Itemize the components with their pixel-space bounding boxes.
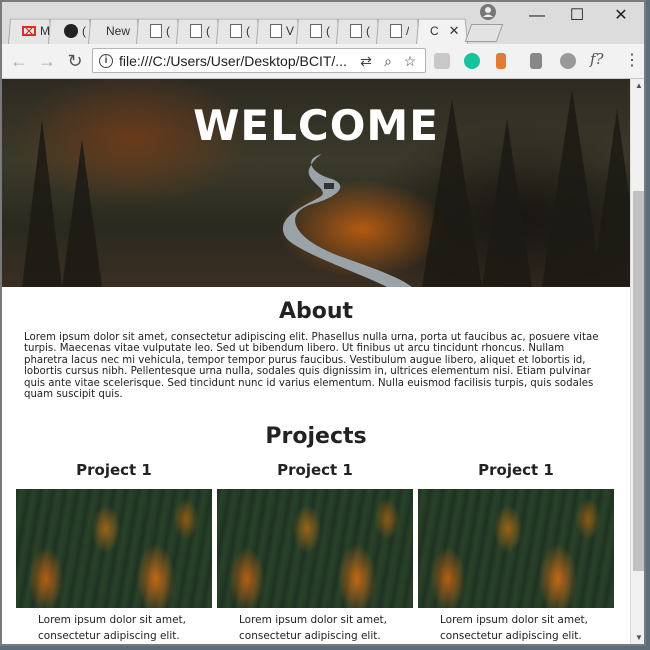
- tab-label: M: [40, 24, 50, 38]
- close-tab-icon[interactable]: ✕: [449, 23, 460, 39]
- profile-icon[interactable]: [480, 4, 496, 20]
- project-image: [217, 489, 413, 608]
- hero-banner: WELCOME: [2, 79, 630, 287]
- about-text: Lorem ipsum dolor sit amet, consectetur …: [24, 332, 599, 401]
- grammarly-icon[interactable]: [464, 53, 480, 69]
- project-title: Project 1: [76, 461, 152, 479]
- tab-label: (: [82, 24, 86, 38]
- browser-window: M ( New ( ( ( V ( ( / C ✕ — ☐ ✕ ← → ↻ i …: [0, 0, 646, 646]
- project-title: Project 1: [277, 461, 353, 479]
- address-bar[interactable]: i file:///C:/Users/User/Desktop/BCIT/...…: [92, 48, 426, 73]
- gear-icon[interactable]: [560, 53, 576, 69]
- tab-label-wrap: C ✕: [430, 20, 460, 42]
- tab-label: New: [106, 24, 131, 38]
- page-icon: [350, 24, 362, 38]
- zoom-icon[interactable]: ⌕: [379, 52, 397, 70]
- minimize-button[interactable]: —: [520, 6, 554, 26]
- about-heading: About: [278, 299, 354, 324]
- project-card: Project 1 Lorem ipsum dolor sit amet, co…: [217, 461, 413, 644]
- forward-button[interactable]: →: [36, 50, 58, 72]
- translate-icon[interactable]: ⇄: [357, 52, 375, 70]
- project-text: Lorem ipsum dolor sit amet, consectetur …: [440, 614, 588, 642]
- tab-label-wrap: V: [270, 20, 294, 42]
- tab-label: /: [406, 24, 410, 38]
- github-icon: [64, 24, 78, 38]
- tab-label-wrap: (: [310, 20, 330, 42]
- pdf-icon[interactable]: [434, 53, 450, 69]
- reload-button[interactable]: ↻: [64, 50, 86, 72]
- tab-label: (: [366, 24, 370, 38]
- tab-label: (: [326, 24, 330, 38]
- tag-icon[interactable]: [496, 53, 506, 69]
- scroll-up-icon[interactable]: ▲: [634, 81, 644, 90]
- page-viewport: WELCOME About Lorem ipsum dolor sit amet…: [2, 79, 630, 644]
- maximize-button[interactable]: ☐: [560, 6, 594, 26]
- page-icon: [390, 24, 402, 38]
- tab-label: (: [206, 24, 210, 38]
- project-card: Project 1 Lorem ipsum dolor sit amet, co…: [418, 461, 614, 644]
- project-title: Project 1: [478, 461, 554, 479]
- page-icon: [310, 24, 322, 38]
- projects-heading: Projects: [265, 424, 367, 449]
- tab-label-wrap: (: [230, 20, 250, 42]
- page-icon: [150, 24, 162, 38]
- hero-title: WELCOME: [193, 101, 439, 150]
- project-card: Project 1 Lorem ipsum dolor sit amet, co…: [16, 461, 212, 644]
- tab-label: V: [286, 24, 295, 38]
- tab-label: (: [166, 24, 170, 38]
- scroll-down-icon[interactable]: ▼: [634, 633, 644, 642]
- project-text: Lorem ipsum dolor sit amet, consectetur …: [239, 614, 387, 642]
- project-image: [16, 489, 212, 608]
- tab-label-wrap: M: [22, 20, 50, 42]
- address-text: file:///C:/Users/User/Desktop/BCIT/...: [119, 53, 347, 69]
- scrollbar-thumb[interactable]: [633, 191, 644, 571]
- close-window-button[interactable]: ✕: [604, 6, 638, 26]
- tab-bar: M ( New ( ( ( V ( ( / C ✕ — ☐ ✕: [2, 2, 644, 44]
- tab-label: (: [246, 24, 250, 38]
- browser-toolbar: ← → ↻ i file:///C:/Users/User/Desktop/BC…: [2, 44, 644, 79]
- project-text: Lorem ipsum dolor sit amet, consectetur …: [38, 614, 186, 642]
- page-icon: [230, 24, 242, 38]
- tab-label: C: [430, 24, 439, 38]
- star-icon[interactable]: ☆: [401, 52, 419, 70]
- menu-icon[interactable]: ⋮: [624, 50, 640, 69]
- tab-label-wrap: (: [350, 20, 370, 42]
- tab-label-wrap: (: [64, 20, 86, 42]
- tab-label-wrap: New: [106, 20, 130, 42]
- tab-label-wrap: (: [190, 20, 210, 42]
- page-icon: [270, 24, 282, 38]
- new-tab-button[interactable]: [464, 24, 504, 42]
- vertical-scrollbar[interactable]: ▲ ▼: [630, 79, 644, 644]
- tab-label-wrap: (: [150, 20, 170, 42]
- back-button[interactable]: ←: [8, 50, 30, 72]
- project-image: [418, 489, 614, 608]
- tab-label-wrap: /: [390, 20, 409, 42]
- gmail-icon: [22, 26, 36, 36]
- info-icon[interactable]: i: [99, 54, 113, 68]
- eyedropper-icon[interactable]: [530, 53, 542, 69]
- formula-icon[interactable]: f?: [590, 50, 606, 68]
- page-icon: [190, 24, 202, 38]
